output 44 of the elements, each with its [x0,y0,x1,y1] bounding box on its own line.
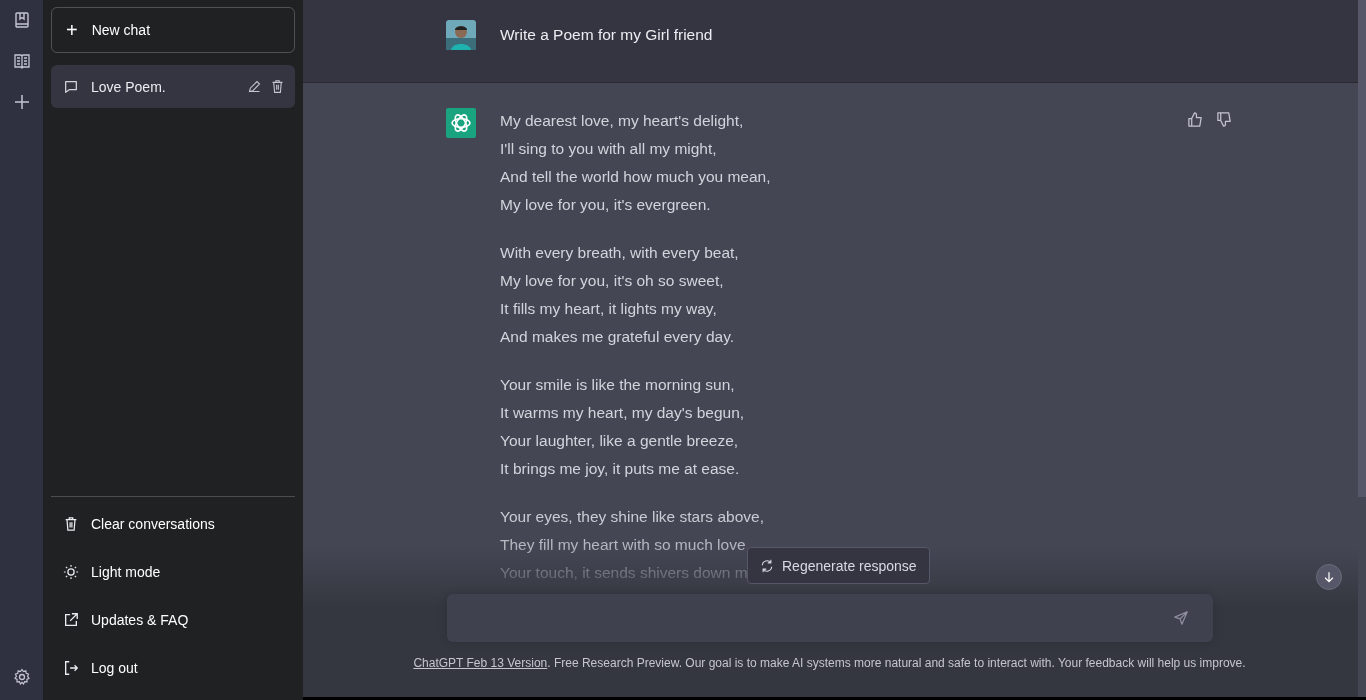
poem-line: My dearest love, my heart's delight, [500,111,744,131]
settings-icon[interactable] [12,668,31,686]
assistant-logo-icon [446,108,476,138]
menu-item[interactable]: Updates & FAQ [51,596,295,644]
poem-line: It brings me joy, it puts me at ease. [500,459,740,479]
bookmark-book-icon[interactable] [12,11,31,29]
refresh-icon [760,558,774,573]
edit-icon[interactable] [247,79,262,94]
poem-line: And tell the world how much you mean, [500,167,771,187]
poem-line: My love for you, it's oh so sweet, [500,271,724,291]
poem-line: I'll sing to you with all my might, [500,139,717,159]
logout-icon [63,660,79,676]
trash-icon[interactable] [270,79,285,94]
thumbs-up-icon[interactable] [1187,111,1204,128]
conversation-title: Love Poem. [91,78,167,95]
poem-line: They fill my heart with so much love [500,535,746,555]
message-input-field[interactable] [446,594,1213,642]
new-chat-button[interactable]: + New chat [51,7,295,53]
poem-line: It warms my heart, my day's begun, [500,403,745,423]
poem-line: Your laughter, like a gentle breeze, [500,431,739,451]
poem-line: With every breath, with every beat, [500,243,739,263]
user-message: Write a Poem for my Girl friend [500,25,713,44]
conversation-item[interactable]: Love Poem. [51,65,295,108]
arrow-down-icon [1322,570,1336,584]
menu-item[interactable]: Clear conversations [51,500,295,548]
sun-icon [63,564,79,580]
scrollbar-thumb[interactable] [1358,0,1366,497]
chat-bubble-icon [63,78,79,95]
poem-line: It fills my heart, it lights my way, [500,299,717,319]
regenerate-button[interactable]: Regenerate response [747,547,930,584]
scroll-down-button[interactable] [1316,564,1342,590]
trash-icon [63,516,79,532]
send-icon[interactable] [1172,610,1189,626]
external-link-icon [63,612,79,628]
menu-item[interactable]: Log out [51,644,295,692]
plus-icon[interactable] [12,93,31,111]
thumbs-down-icon[interactable] [1216,111,1233,128]
poem-line: My love for you, it's evergreen. [500,195,711,215]
footer-note: ChatGPT Feb 13 Version. Free Research Preview. Our goal is to make AI systems more natural and safe to interact with. Your feedback will help us improve. [413,656,1246,670]
poem-line: Your smile is like the morning sun, [500,375,735,395]
book-icon[interactable] [12,52,31,70]
menu-item[interactable]: Light mode [51,548,295,596]
poem-line: And makes me grateful every day. [500,327,735,347]
poem-line: Your eyes, they shine like stars above, [500,507,764,527]
